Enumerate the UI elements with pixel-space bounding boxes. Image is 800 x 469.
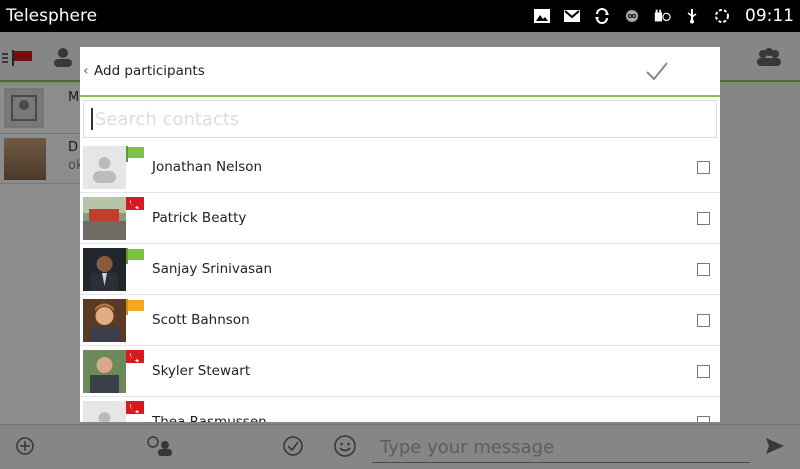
default-avatar [83, 401, 126, 422]
contact-row[interactable]: Jonathan Nelson [80, 142, 720, 193]
contact-name: Patrick Beatty [152, 210, 247, 226]
contact-name: Sanjay Srinivasan [152, 261, 273, 277]
contact-row[interactable]: Thea Rasmussen [80, 397, 720, 422]
contact-row[interactable]: Patrick Beatty [80, 193, 720, 244]
contact-row[interactable]: Scott Bahnson [80, 295, 720, 346]
usb-icon [683, 8, 701, 24]
avatar [83, 197, 126, 240]
contact-row[interactable]: Sanjay Srinivasan [80, 244, 720, 295]
gmail-icon [563, 8, 581, 24]
contact-name: Skyler Stewart [152, 363, 251, 379]
contact-checkbox[interactable] [697, 160, 710, 174]
usb-charge-icon [653, 8, 671, 24]
search-input[interactable] [93, 108, 716, 130]
contact-checkbox[interactable] [697, 364, 710, 378]
contact-checkbox[interactable] [697, 415, 710, 422]
voicemail-icon [623, 8, 641, 24]
sync-icon [593, 8, 611, 24]
contact-checkbox[interactable] [697, 211, 710, 225]
red-phone-icon [126, 401, 144, 414]
contact-list: Jonathan Nelson Patrick Beatty Sanjay Sr… [80, 142, 720, 422]
contact-name: Jonathan Nelson [152, 159, 263, 175]
add-participants-dialog: ‹ Add participants Jonathan Nelson Patri… [80, 47, 720, 422]
contact-checkbox[interactable] [697, 313, 710, 327]
app-title: Telesphere [6, 6, 98, 26]
loading-icon [713, 8, 731, 24]
orange-flag-icon [126, 299, 144, 315]
search-box[interactable] [83, 100, 717, 138]
avatar [83, 248, 126, 291]
red-phone-icon [126, 197, 144, 210]
avatar [83, 299, 126, 342]
red-phone-icon [126, 350, 144, 363]
contact-checkbox[interactable] [697, 262, 710, 276]
contact-row[interactable]: Skyler Stewart [80, 346, 720, 397]
image-icon [533, 8, 551, 24]
clock: 09:11 [745, 6, 794, 26]
green-flag-icon [126, 146, 144, 162]
dialog-header: ‹ Add participants [80, 47, 720, 97]
contact-name: Scott Bahnson [152, 312, 250, 328]
confirm-check-icon[interactable] [644, 58, 670, 84]
contact-name: Thea Rasmussen [152, 414, 267, 422]
back-chevron-icon[interactable]: ‹ [83, 63, 93, 79]
dialog-title: Add participants [94, 63, 205, 79]
green-flag-icon [126, 248, 144, 264]
avatar [83, 350, 126, 393]
status-bar: Telesphere 09:11 [0, 0, 800, 32]
default-avatar [83, 146, 126, 189]
